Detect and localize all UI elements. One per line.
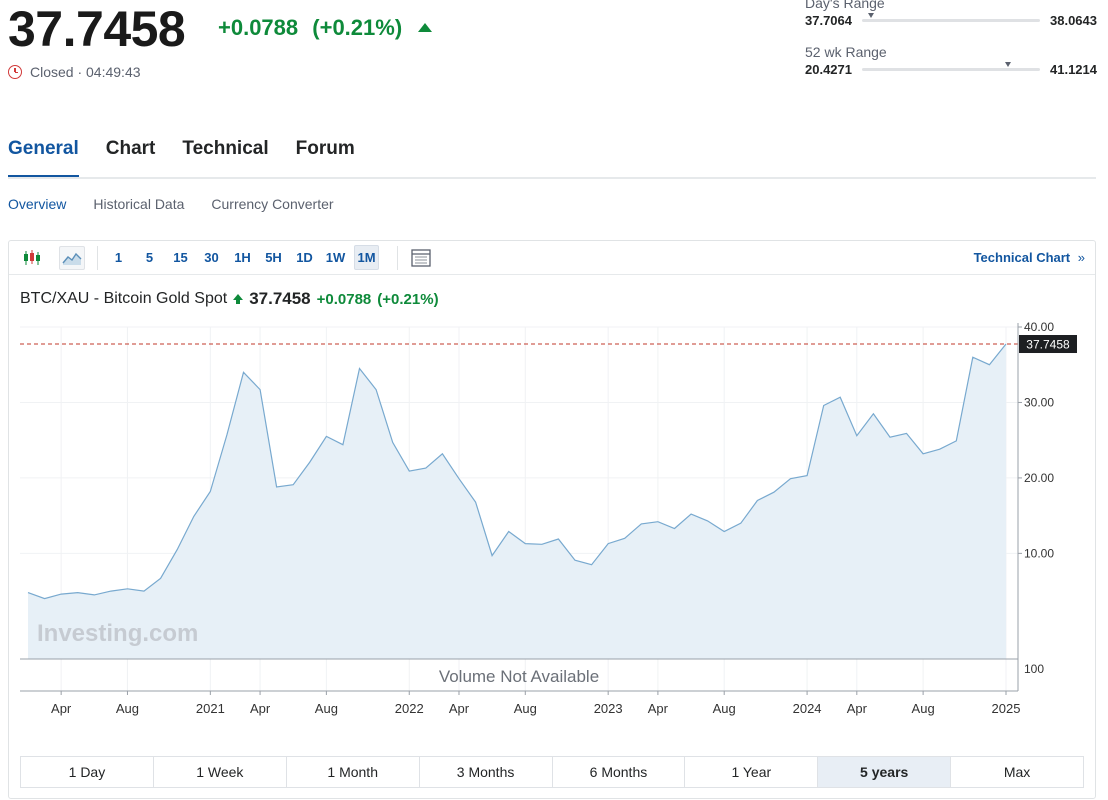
price-chart[interactable]: Investing.com 10.00 20.00 30.00 40.00 37.7458… [9,241,1095,751]
x-tick-label: Aug [116,701,139,716]
price-change: +0.0788 (+0.21%) [218,14,433,42]
52wk-range-label: 52 wk Range [805,44,887,60]
period-1-month[interactable]: 1 Month [287,757,420,787]
52wk-range-low: 20.4271 [805,62,852,77]
period-1-year[interactable]: 1 Year [685,757,819,787]
x-tick-label: Aug [912,701,935,716]
y-tick-label: 10.00 [1024,546,1054,560]
change-percent: (+0.21%) [312,15,403,40]
period-6-months[interactable]: 6 Months [553,757,686,787]
clock-icon [8,65,22,79]
volume-unavailable-text: Volume Not Available [439,667,599,686]
market-status: Closed · 04:49:43 [8,64,141,80]
days-range-bar [862,13,1040,22]
x-tick-label: Aug [713,701,736,716]
days-range-label: Day's Range [805,0,885,11]
subtab-overview[interactable]: Overview [8,196,66,212]
days-range-marker-icon [867,13,874,18]
period-1-day[interactable]: 1 Day [21,757,154,787]
main-tabs: General Chart Technical Forum [8,138,355,178]
sub-tabs: Overview Historical Data Currency Conver… [8,196,334,212]
current-price-badge-label: 37.7458 [1026,338,1070,352]
52wk-range-high: 41.1214 [1050,62,1097,77]
change-value: +0.0788 [218,15,299,40]
52wk-range-bar [862,62,1040,71]
status-text: Closed · 04:49:43 [30,64,141,80]
period-max[interactable]: Max [951,757,1083,787]
x-tick-label: Aug [315,701,338,716]
52wk-range-marker-icon [1004,62,1011,67]
y-tick-label: 40.00 [1024,320,1054,334]
period-5-years[interactable]: 5 years [818,757,952,787]
tab-general[interactable]: General [8,138,79,178]
subtab-currency-converter[interactable]: Currency Converter [211,196,333,212]
x-tick-label: 2022 [395,701,424,716]
x-tick-label: 2021 [196,701,225,716]
current-price: 37.7458 [8,1,186,57]
period-selector: 1 Day 1 Week 1 Month 3 Months 6 Months 1… [20,756,1084,788]
period-3-months[interactable]: 3 Months [420,757,553,787]
tab-forum[interactable]: Forum [296,138,355,178]
up-arrow-icon [418,23,433,32]
x-tick-label: Apr [250,701,271,716]
x-tick-label: 2023 [594,701,623,716]
y-tick-label: 20.00 [1024,471,1054,485]
chart-panel: 1 5 15 30 1H 5H 1D 1W 1M Technical Chart… [8,240,1096,799]
x-tick-label: Apr [449,701,470,716]
subtab-historical-data[interactable]: Historical Data [93,196,184,212]
days-range: Day's Range 37.7064 38.0643 [805,0,1097,28]
tabs-divider [8,177,1096,179]
y-tick-label: 30.00 [1024,395,1054,409]
watermark-logo: Investing.com [37,620,198,647]
x-tick-label: Apr [648,701,669,716]
x-tick-label: Apr [847,701,868,716]
x-tick-label: 2025 [992,701,1021,716]
volume-axis-label: 100 [1024,662,1044,676]
52wk-range: 52 wk Range 20.4271 41.1214 [805,44,1097,77]
days-range-high: 38.0643 [1050,13,1097,28]
days-range-low: 37.7064 [805,13,852,28]
area-fill [28,344,1006,659]
x-tick-label: Apr [51,701,72,716]
tab-technical[interactable]: Technical [182,138,268,178]
period-1-week[interactable]: 1 Week [154,757,287,787]
x-tick-label: 2024 [793,701,822,716]
tab-chart[interactable]: Chart [106,138,156,178]
x-tick-label: Aug [514,701,537,716]
